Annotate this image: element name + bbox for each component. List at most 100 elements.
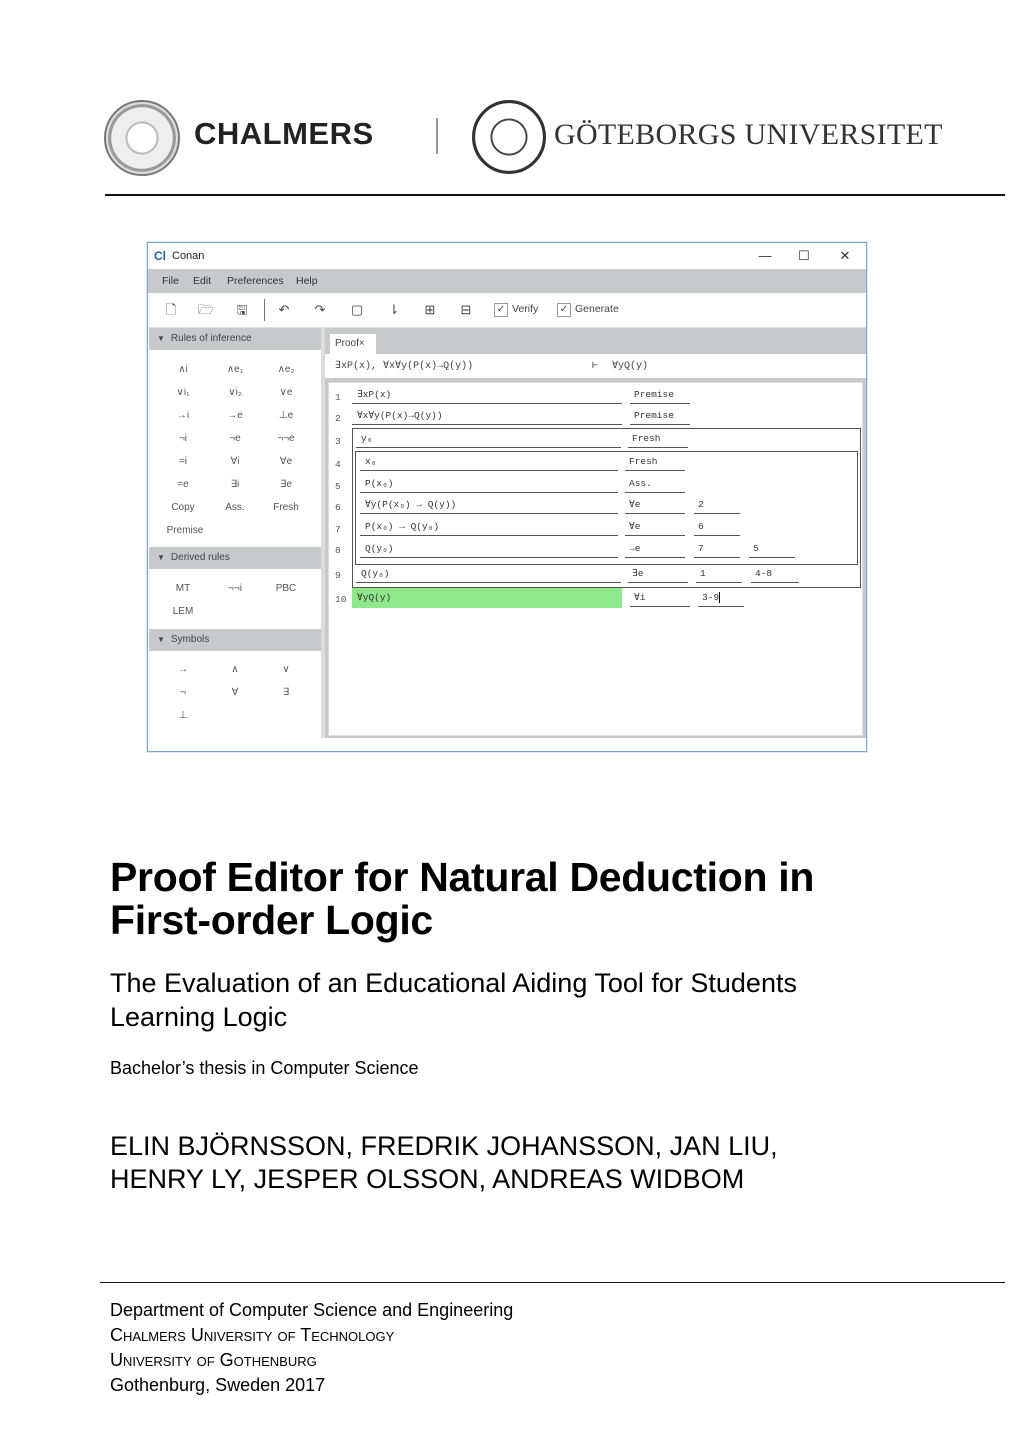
tab-close-icon[interactable]: × [359, 338, 365, 349]
reference-field[interactable]: 1 [696, 565, 742, 583]
formula-field[interactable]: y₀ [356, 430, 621, 448]
generate-label: Generate [575, 303, 619, 315]
rule-exists-elim[interactable]: ∃e [266, 479, 306, 490]
formula-field[interactable]: ∃xP(x) [352, 386, 622, 404]
rule-copy[interactable]: Copy [163, 502, 203, 513]
rule-double-neg-intro[interactable]: ¬¬i [215, 583, 255, 594]
rule-double-neg-elim[interactable]: ¬¬e [266, 433, 306, 444]
minimize-button[interactable]: — [750, 246, 780, 266]
rule-or-intro2[interactable]: ∨i₂ [215, 387, 255, 398]
menu-help[interactable]: Help [296, 275, 318, 287]
sequent-conclusion[interactable]: ∀yQ(y) [612, 360, 648, 372]
rule-forall-elim[interactable]: ∀e [266, 456, 306, 467]
rule-field[interactable]: ∀i [630, 589, 690, 607]
symbol-and[interactable]: ∧ [215, 664, 255, 675]
rule-field[interactable]: Premise [630, 407, 690, 425]
section-symbols[interactable]: ▼ Symbols [149, 629, 321, 651]
rule-fresh[interactable]: Fresh [266, 502, 306, 513]
new-file-icon[interactable]: 🗋 [162, 301, 180, 319]
logo-divider [436, 118, 438, 154]
rule-premise[interactable]: Premise [163, 525, 207, 536]
reference-field[interactable]: 6 [694, 518, 740, 536]
reference-field-focused[interactable]: 3-9 [698, 589, 744, 607]
rule-and-elim1[interactable]: ∧e₁ [215, 364, 255, 375]
redo-icon[interactable]: ↷ [311, 301, 329, 319]
rule-field[interactable]: Premise [630, 386, 690, 404]
symbol-bottom[interactable]: ⊥ [163, 710, 203, 721]
gu-seal-icon [472, 100, 546, 174]
symbol-forall[interactable]: ∀ [215, 687, 255, 698]
symbol-or[interactable]: ∨ [266, 664, 306, 675]
maximize-button[interactable]: ☐ [789, 246, 819, 266]
reference-field[interactable]: 2 [694, 496, 740, 514]
reference-field[interactable]: 5 [749, 540, 795, 558]
add-row-icon[interactable]: ⊞ [421, 301, 439, 319]
formula-field[interactable]: x₀ [360, 453, 618, 471]
rule-bottom-elim[interactable]: ⊥e [266, 410, 306, 421]
formula-field[interactable]: ∀x∀y(P(x)→Q(y)) [352, 407, 622, 425]
menu-file[interactable]: File [162, 275, 179, 287]
verify-checkbox[interactable]: ✓ [494, 303, 508, 317]
thesis-title: Proof Editor for Natural Deduction in Fi… [110, 856, 910, 942]
rule-eq-intro[interactable]: =i [163, 456, 203, 467]
rule-and-elim2[interactable]: ∧e₂ [266, 364, 306, 375]
formula-field[interactable]: P(x₀) [360, 475, 618, 493]
subtitle-line: The Evaluation of an Educational Aiding … [110, 968, 797, 998]
formula-field[interactable]: Q(y₀) [360, 540, 618, 558]
formula-field[interactable]: Q(y₀) [356, 565, 621, 583]
rule-impl-elim[interactable]: →e [215, 410, 255, 421]
chalmers-seal-icon [104, 100, 180, 176]
reference-field[interactable]: 7 [694, 540, 740, 558]
tab-proof[interactable]: Proof× [330, 334, 376, 354]
rule-field[interactable]: Fresh [628, 430, 688, 448]
remove-row-icon[interactable]: ⊟ [457, 301, 475, 319]
rule-impl-intro[interactable]: →i [163, 410, 203, 421]
rule-or-intro1[interactable]: ∨i₁ [163, 387, 203, 398]
rule-forall-intro[interactable]: ∀i [215, 456, 255, 467]
rule-neg-elim[interactable]: ¬e [215, 433, 255, 444]
reference-field[interactable]: 4-8 [751, 565, 799, 583]
formula-field-active[interactable]: ∀yQ(y) [352, 588, 622, 608]
menu-bar: File Edit Preferences Help [148, 269, 866, 293]
rule-field[interactable]: →e [625, 540, 685, 558]
rule-neg-intro[interactable]: ¬i [163, 433, 203, 444]
new-box-icon[interactable]: ▢ [348, 301, 366, 319]
check-icon: ✓ [559, 304, 569, 315]
collapse-triangle-icon: ▼ [157, 553, 165, 562]
menu-edit[interactable]: Edit [193, 275, 211, 287]
save-icon[interactable]: 🖫 [233, 301, 251, 319]
symbol-not[interactable]: ¬ [163, 687, 203, 698]
sequent-bar[interactable]: ∃xP(x), ∀x∀y(P(x)→Q(y)) ⊢ ∀yQ(y) [325, 354, 866, 379]
sequent-premises[interactable]: ∃xP(x), ∀x∀y(P(x)→Q(y)) [335, 360, 473, 372]
rule-field[interactable]: ∀e [625, 518, 685, 536]
section-derived-rules[interactable]: ▼ Derived rules [149, 547, 321, 569]
chalmers-logo-text: CHALMERS [194, 116, 374, 151]
rule-assumption[interactable]: Ass. [215, 502, 255, 513]
proof-area: Proof× ∃xP(x), ∀x∀y(P(x)→Q(y)) ⊢ ∀yQ(y) … [325, 328, 866, 738]
formula-field[interactable]: ∀y(P(x₀) → Q(y)) [360, 496, 618, 514]
rule-exists-intro[interactable]: ∃i [215, 479, 255, 490]
symbol-implies[interactable]: → [163, 664, 203, 675]
rule-eq-elim[interactable]: =e [163, 479, 203, 490]
undo-icon[interactable]: ↶ [275, 301, 293, 319]
formula-field[interactable]: P(x₀) → Q(y₀) [360, 518, 618, 536]
rule-field[interactable]: Ass. [625, 475, 685, 493]
rule-field[interactable]: ∀e [625, 496, 685, 514]
symbol-exists[interactable]: ∃ [266, 687, 306, 698]
rule-lem[interactable]: LEM [163, 606, 203, 617]
rule-mt[interactable]: MT [163, 583, 203, 594]
rule-field[interactable]: Fresh [625, 453, 685, 471]
rule-field[interactable]: ∃e [628, 565, 688, 583]
line-number: 8 [335, 545, 341, 556]
generate-checkbox[interactable]: ✓ [557, 303, 571, 317]
sort-icon[interactable]: ⇂ [385, 301, 403, 319]
rule-pbc[interactable]: PBC [266, 583, 306, 594]
section-rules-of-inference[interactable]: ▼ Rules of inference [149, 328, 321, 350]
close-button[interactable]: ✕ [830, 246, 860, 266]
section-title: Symbols [170, 634, 210, 645]
rule-and-intro[interactable]: ∧i [163, 364, 203, 375]
menu-preferences[interactable]: Preferences [227, 275, 284, 287]
open-folder-icon[interactable]: 🗁 [197, 301, 215, 319]
rule-or-elim[interactable]: ∨e [266, 387, 306, 398]
footer-rule [100, 1282, 1005, 1283]
